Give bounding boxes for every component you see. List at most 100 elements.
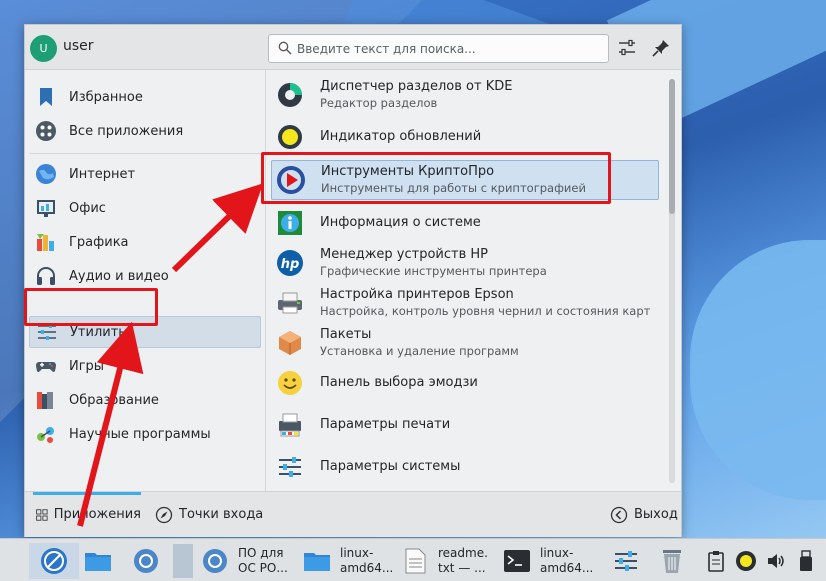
- system-settings-icon: [279, 457, 301, 477]
- launcher-button[interactable]: [29, 543, 79, 579]
- printer-icon: [278, 292, 302, 314]
- app-item[interactable]: Индикатор обновлений: [271, 118, 659, 156]
- search-input[interactable]: [297, 39, 597, 59]
- app-name: Информация о системе: [320, 215, 481, 230]
- hp-icon: hp: [277, 250, 303, 276]
- tray-volume[interactable]: [764, 543, 788, 579]
- emoji-icon: [278, 371, 302, 395]
- app-name: Панель выбора эмодзи: [320, 375, 478, 390]
- sidebar-item-label: Утилиты: [70, 324, 129, 340]
- tab-places[interactable]: Точки входа: [155, 492, 263, 537]
- tab-places-label: Точки входа: [179, 507, 264, 522]
- sidebar-separator: [29, 153, 261, 154]
- sidebar-item-label: Все приложения: [69, 123, 184, 139]
- trash-icon: [663, 550, 681, 573]
- tray-mixer[interactable]: [610, 543, 642, 579]
- app-name: Настройка принтеров Epson: [320, 287, 514, 302]
- tray-updates[interactable]: [732, 543, 760, 579]
- sidebar-item-education[interactable]: Образование: [29, 384, 261, 416]
- app-name: Параметры печати: [320, 417, 451, 432]
- app-item[interactable]: Диспетчер разделов от KDE Редактор разде…: [271, 76, 659, 114]
- task-label: linux- amd64...: [540, 546, 594, 575]
- launcher-header: U user: [25, 25, 681, 70]
- tab-applications[interactable]: Приложения: [33, 492, 141, 537]
- app-item[interactable]: Настройка принтеров Epson Настройка, кон…: [271, 284, 659, 322]
- sidebar-item-games[interactable]: Игры: [29, 350, 261, 382]
- taskbar-task-folder[interactable]: linux- amd64...: [302, 543, 394, 579]
- taskbar-task-text-editor[interactable]: readme. txt — ...: [400, 543, 496, 579]
- clipboard-icon: [708, 551, 724, 572]
- sidebar-item-label: Офис: [69, 200, 106, 216]
- tray-usb[interactable]: [794, 543, 818, 579]
- sidebar-item-science[interactable]: Научные программы: [29, 418, 261, 450]
- configure-icon[interactable]: [617, 38, 637, 58]
- window-thumbnail-icon: [173, 544, 193, 578]
- app-name: Менеджер устройств HP: [320, 247, 488, 262]
- sidebar-item-label: Образование: [69, 392, 159, 408]
- taskbar-task-terminal[interactable]: linux- amd64...: [502, 543, 598, 579]
- taskbar-file-manager[interactable]: [80, 543, 116, 579]
- gamepad-icon: [36, 362, 56, 372]
- task-label: readme. txt — ...: [438, 546, 488, 575]
- search-box[interactable]: [268, 34, 609, 63]
- sidebar-item-all-apps[interactable]: Все приложения: [29, 115, 261, 147]
- compass-icon: [155, 506, 173, 523]
- app-description: Настройка, контроль уровня чернил и сост…: [320, 304, 650, 318]
- sidebar-item-favorites[interactable]: Избранное: [29, 81, 261, 113]
- sidebar-item-label: Научные программы: [69, 426, 211, 442]
- application-list: Диспетчер разделов от KDE Редактор разде…: [266, 70, 666, 490]
- app-item[interactable]: Панель выбора эмодзи: [271, 364, 659, 402]
- app-description: Установка и удаление программ: [320, 344, 519, 358]
- system-info-icon: [278, 211, 302, 235]
- scrollbar-thumb[interactable]: [669, 79, 675, 214]
- chromium-icon: [203, 549, 227, 573]
- task-label: ПО для ОС РО...: [238, 546, 288, 575]
- tray-trash[interactable]: [656, 543, 688, 579]
- app-item[interactable]: Параметры печати: [271, 406, 659, 444]
- sidebar-item-office[interactable]: Офис: [29, 192, 261, 224]
- app-item[interactable]: Пакеты Установка и удаление программ: [271, 324, 659, 362]
- sidebar-item-internet[interactable]: Интернет: [29, 158, 261, 190]
- app-name: Индикатор обновлений: [320, 129, 482, 144]
- tab-applications-label: Приложения: [53, 507, 141, 522]
- avatar[interactable]: U: [30, 35, 57, 62]
- app-name: Параметры системы: [320, 459, 461, 474]
- taskbar: ПО для ОС РО... linux- amd64... readme. …: [0, 538, 826, 581]
- partition-manager-icon: [278, 83, 302, 107]
- sidebar-item-label: Игры: [69, 358, 105, 374]
- chromium-icon: [134, 549, 158, 573]
- app-item[interactable]: Параметры системы: [271, 448, 659, 486]
- back-arrow-icon: [610, 506, 628, 523]
- app-list-scrollbar[interactable]: [669, 79, 675, 483]
- svg-text:hp: hp: [281, 257, 300, 272]
- text-file-icon: [405, 548, 426, 574]
- taskbar-task-browser[interactable]: ПО для ОС РО...: [200, 543, 296, 579]
- update-indicator-icon: [278, 125, 302, 149]
- logout-label: Выход: [634, 507, 678, 522]
- taskbar-window-thumbnail[interactable]: [172, 543, 194, 579]
- education-icon: [37, 392, 53, 409]
- bookmark-icon: [40, 88, 52, 106]
- annotation-box-utilities: [24, 288, 158, 326]
- logout-button[interactable]: Выход: [610, 492, 678, 537]
- usb-icon: [800, 550, 812, 571]
- username: user: [63, 38, 94, 54]
- sidebar-item-label: Интернет: [69, 166, 136, 182]
- launcher-footer: Приложения Точки входа Выход: [25, 491, 681, 537]
- app-name: Диспетчер разделов от KDE: [320, 79, 513, 94]
- package-icon: [279, 331, 301, 355]
- app-description: Редактор разделов: [320, 96, 438, 110]
- headphones-icon: [37, 267, 55, 285]
- folder-icon: [304, 553, 330, 571]
- graphics-icon: [37, 234, 54, 251]
- sidebar-item-graphics[interactable]: Графика: [29, 226, 261, 258]
- app-item[interactable]: hp Менеджер устройств HP Графические инс…: [271, 244, 659, 282]
- sidebar-item-label: Аудио и видео: [69, 268, 169, 284]
- annotation-box-cryptopro: [261, 152, 611, 204]
- print-settings-icon: [279, 413, 301, 437]
- taskbar-browser[interactable]: [128, 543, 164, 579]
- pin-icon[interactable]: [651, 38, 671, 58]
- app-item[interactable]: Информация о системе: [271, 204, 659, 242]
- sidebar-item-label: Избранное: [69, 89, 143, 105]
- tray-clipboard[interactable]: [704, 543, 728, 579]
